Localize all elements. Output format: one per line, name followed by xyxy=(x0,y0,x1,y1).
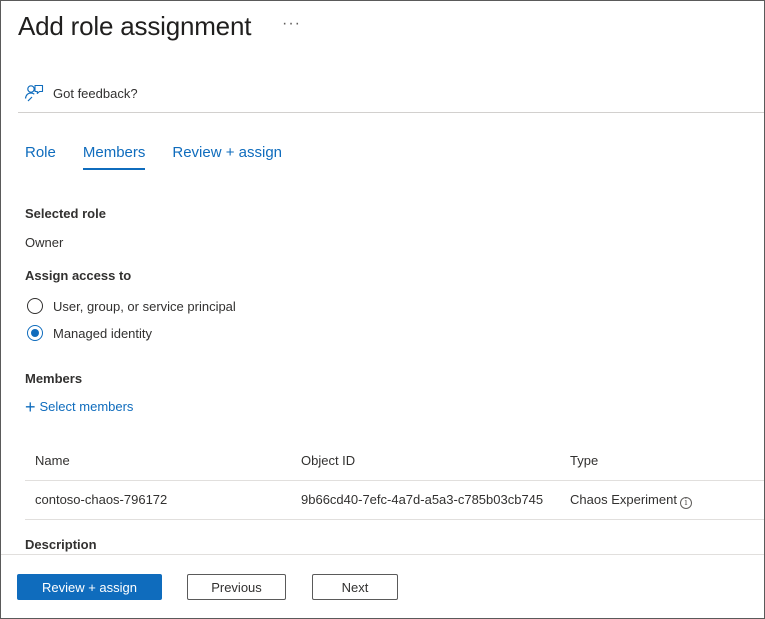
next-button[interactable]: Next xyxy=(312,574,398,600)
table-row[interactable]: contoso-chaos-796172 9b66cd40-7efc-4a7d-… xyxy=(25,481,764,520)
page-title: Add role assignment xyxy=(18,11,252,41)
info-icon[interactable]: i xyxy=(679,497,692,509)
feedback-label: Got feedback? xyxy=(53,85,138,101)
select-members-link[interactable]: + Select members xyxy=(25,396,134,417)
previous-button[interactable]: Previous xyxy=(187,574,286,600)
select-members-label: Select members xyxy=(39,399,134,414)
radio-checked-icon[interactable] xyxy=(27,325,43,341)
members-label: Members xyxy=(25,371,83,386)
feedback-icon xyxy=(24,84,44,102)
radio-unchecked-icon[interactable] xyxy=(27,298,43,314)
column-header-name[interactable]: Name xyxy=(35,453,70,468)
member-object-id: 9b66cd40-7efc-4a7d-a5a3-c785b03cb745 xyxy=(301,492,544,507)
table-header-row: Name Object ID Type xyxy=(25,442,764,481)
member-type-label: Chaos Experiment xyxy=(570,492,677,507)
members-table: Name Object ID Type contoso-chaos-796172… xyxy=(25,442,764,520)
radio-user-group-sp[interactable]: User, group, or service principal xyxy=(27,298,236,314)
radio-label: User, group, or service principal xyxy=(53,298,236,314)
footer-divider xyxy=(1,554,764,555)
tab-review-assign[interactable]: Review + assign xyxy=(172,144,282,168)
tab-members[interactable]: Members xyxy=(82,144,145,170)
selected-role-label: Selected role xyxy=(25,206,106,221)
add-role-assignment-panel: Add role assignment ··· Got feedback? Ro… xyxy=(0,0,765,619)
member-name: contoso-chaos-796172 xyxy=(35,492,168,507)
column-header-type[interactable]: Type xyxy=(570,453,598,468)
radio-managed-identity[interactable]: Managed identity xyxy=(27,325,152,341)
radio-label: Managed identity xyxy=(53,325,153,341)
divider xyxy=(18,112,764,113)
selected-role-value: Owner xyxy=(25,235,64,250)
tab-role[interactable]: Role xyxy=(25,144,56,168)
member-type: Chaos Experiment i xyxy=(570,492,692,509)
feedback-link[interactable]: Got feedback? xyxy=(24,81,138,105)
more-options-button[interactable]: ··· xyxy=(282,15,301,33)
description-label: Description xyxy=(25,537,97,552)
plus-icon: + xyxy=(25,396,36,417)
wizard-tabs: Role Members Review + assign xyxy=(25,144,309,170)
column-header-object-id[interactable]: Object ID xyxy=(301,453,355,468)
review-assign-button[interactable]: Review + assign xyxy=(17,574,162,600)
assign-access-label: Assign access to xyxy=(25,268,132,283)
